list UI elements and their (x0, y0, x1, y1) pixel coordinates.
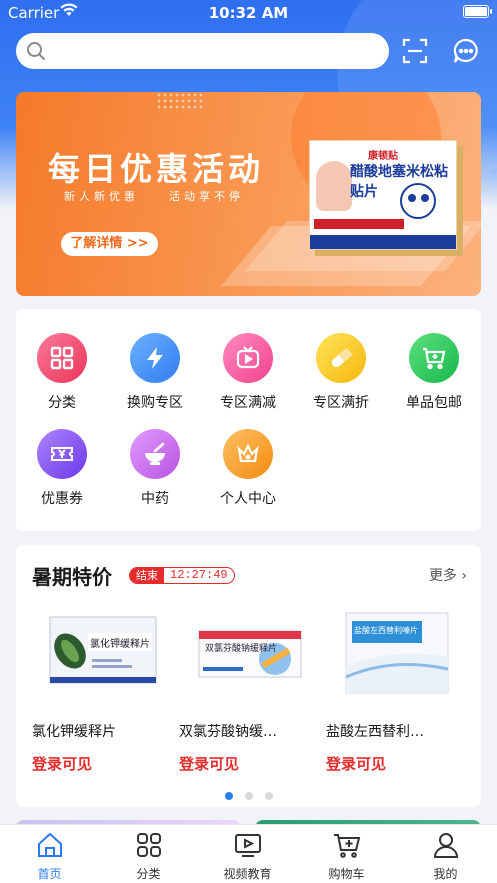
search-bar[interactable] (16, 33, 389, 69)
mascot-illustration (400, 183, 436, 219)
scan-icon (402, 38, 428, 64)
page-dot[interactable] (244, 792, 253, 800)
crown-icon (223, 429, 273, 479)
mortar-icon (130, 429, 180, 479)
banner-subtitle: 新人新优惠 活动享不停 (64, 190, 244, 203)
banner-product-image: 康顿贴 醋酸地塞米松粘贴片 (309, 140, 457, 250)
menu-item-full-reduction[interactable]: 专区满减 (208, 333, 288, 412)
video-icon (198, 831, 297, 861)
search-icon (26, 41, 46, 65)
tab-home[interactable]: 首页 (0, 831, 99, 882)
pill-icon (316, 333, 366, 383)
goods-item[interactable]: 氯化钾缓释片 氯化钾缓释片 登录可见 (32, 607, 158, 774)
menu-item-discount[interactable]: 专区满折 (301, 333, 381, 412)
grid-icon (37, 333, 87, 383)
goods-price: 登录可见 (32, 755, 93, 773)
goods-image: 氯化钾缓释片 (48, 607, 158, 697)
battery-icon (463, 5, 492, 18)
search-input[interactable] (54, 33, 374, 69)
promo-banner[interactable]: 每日优惠活动 新人新优惠 活动享不停 了解详情 >> 康顿贴 醋酸地塞米松粘贴片 (16, 92, 481, 296)
product-brand: 康顿贴 (368, 151, 398, 162)
goods-box-label: 氯化钾缓释片 (90, 639, 150, 650)
banner-dots-pattern (156, 92, 206, 112)
banner-detail-button[interactable]: 了解详情 >> (61, 232, 158, 256)
cart-icon (409, 333, 459, 383)
home-icon (0, 831, 99, 861)
menu-item-label: 单品包邮 (406, 395, 462, 411)
goods-item[interactable]: 双氯芬酸钠缓释片 双氯芬酸钠缓… 登录可见 (179, 607, 305, 774)
page-dot[interactable] (264, 792, 273, 800)
tab-label: 首页 (37, 867, 62, 881)
menu-item-label: 优惠券 (41, 491, 83, 507)
menu-item-chinese-medicine[interactable]: 中药 (115, 429, 195, 508)
coupon-icon (37, 429, 87, 479)
tab-label: 我的 (433, 867, 458, 881)
goods-box-label: 盐酸左西替利嗪片 (354, 626, 418, 635)
goods-item[interactable]: 盐酸左西替利嗪片 盐酸左西替利… 登录可见 (326, 607, 452, 774)
goods-name: 氯化钾缓释片 (32, 724, 116, 740)
tab-mine[interactable]: 我的 (396, 831, 495, 882)
goods-price: 登录可见 (179, 755, 240, 773)
countdown-timer: 12:27:49 (170, 568, 228, 582)
tab-label: 分类 (136, 867, 161, 881)
category-icon (99, 831, 198, 861)
page-dot[interactable] (224, 792, 233, 800)
goods-name: 双氯芬酸钠缓… (179, 724, 277, 740)
goods-price: 登录可见 (326, 755, 387, 773)
status-time: 10:32 AM (208, 4, 289, 22)
tab-label: 视频教育 (223, 867, 272, 881)
goods-name: 盐酸左西替利… (326, 724, 424, 740)
more-link[interactable]: 更多 › (429, 565, 467, 585)
product-stripe (314, 219, 404, 229)
summer-deal-section: 暑期特价 结束 12:27:49 更多 › 氯化钾缓释片 氯化钾缓释片 登录可见 (16, 545, 481, 807)
menu-item-exchange[interactable]: 换购专区 (115, 333, 195, 412)
menu-item-free-shipping[interactable]: 单品包邮 (394, 333, 474, 412)
bottom-tab-bar: 首页 分类 视频教育 购物车 我的 (0, 824, 497, 883)
menu-item-label: 中药 (141, 491, 169, 507)
menu-item-category[interactable]: 分类 (22, 333, 102, 412)
menu-item-label: 专区满折 (313, 395, 369, 411)
goods-box-label: 双氯芬酸钠缓释片 (205, 644, 278, 654)
tab-category[interactable]: 分类 (99, 831, 198, 882)
menu-item-label: 专区满减 (220, 395, 276, 411)
tab-cart[interactable]: 购物车 (297, 831, 396, 882)
chat-icon (453, 38, 478, 63)
cart-icon (297, 831, 396, 861)
goods-image: 盐酸左西替利嗪片 (342, 607, 452, 697)
search-row (16, 33, 486, 69)
menu-item-label: 换购专区 (127, 395, 183, 411)
status-bar: Carrier 10:32 AM (0, 0, 497, 26)
tv-icon (223, 333, 273, 383)
section-title: 暑期特价 (32, 565, 112, 589)
menu-item-coupon[interactable]: 优惠券 (22, 429, 102, 508)
user-icon (396, 831, 495, 861)
menu-item-label: 分类 (48, 395, 76, 411)
menu-item-label: 个人中心 (220, 491, 276, 507)
tab-video[interactable]: 视频教育 (198, 831, 297, 882)
function-menu: 分类 换购专区 专区满减 专区满折 单品包邮 优惠券 中药 个人中心 (16, 309, 481, 531)
message-button[interactable] (452, 37, 480, 65)
scan-button[interactable] (402, 38, 428, 64)
product-stripe (310, 235, 456, 249)
lightning-icon (130, 333, 180, 383)
banner-title: 每日优惠活动 (48, 151, 265, 187)
nose-illustration (316, 161, 352, 211)
countdown-badge: 结束 12:27:49 (129, 567, 235, 584)
carousel-indicator (16, 785, 481, 804)
countdown-status: 结束 (130, 568, 164, 583)
tab-label: 购物车 (328, 867, 365, 881)
menu-item-profile[interactable]: 个人中心 (208, 429, 288, 508)
goods-image: 双氯芬酸钠缓释片 (195, 607, 305, 697)
